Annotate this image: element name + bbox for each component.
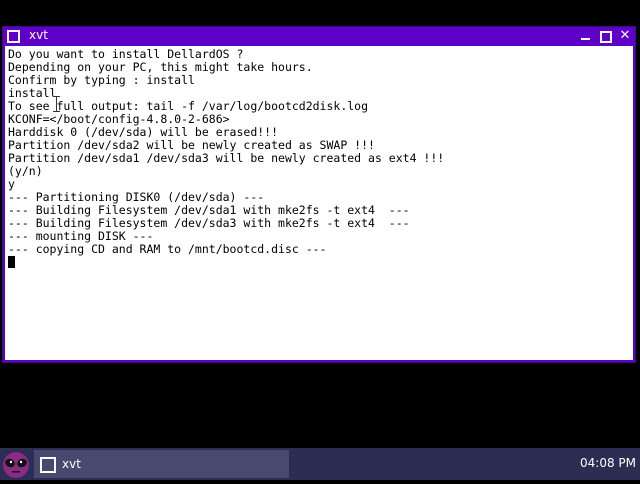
maximize-icon (600, 31, 612, 43)
alien-face-icon (3, 452, 29, 478)
terminal-line: Confirm by typing : install (8, 73, 195, 87)
taskbar-item-xvt[interactable]: xvt (34, 450, 289, 478)
window-title: xvt (29, 28, 48, 42)
terminal-output: Do you want to install DellardOS ? Depend… (8, 48, 444, 256)
terminal-line: (y/n) (8, 164, 43, 178)
start-menu-button[interactable] (0, 448, 32, 480)
close-button[interactable]: ✕ (617, 28, 633, 44)
text-cursor (8, 256, 15, 268)
window-titlebar[interactable]: xvt ✕ (3, 27, 635, 46)
minimize-button[interactable] (577, 28, 593, 44)
close-icon: ✕ (619, 28, 631, 43)
terminal-area[interactable]: Do you want to install DellardOS ? Depend… (5, 46, 633, 360)
taskbar: xvt 04:08 PM (0, 448, 640, 480)
terminal-line: Partition /dev/sda1 /dev/sda3 will be ne… (8, 151, 445, 165)
terminal-line: --- copying CD and RAM to /mnt/bootcd.di… (8, 242, 327, 256)
minimize-icon (581, 38, 590, 40)
taskbar-item-label: xvt (62, 457, 81, 471)
clock[interactable]: 04:08 PM (580, 456, 636, 470)
window-icon (40, 457, 56, 473)
window-menu-icon[interactable] (7, 30, 20, 43)
ibeam-pointer-icon (53, 96, 60, 112)
terminal-window[interactable]: xvt ✕ Do you want to install DellardOS ?… (2, 26, 636, 363)
maximize-button[interactable] (597, 28, 613, 44)
